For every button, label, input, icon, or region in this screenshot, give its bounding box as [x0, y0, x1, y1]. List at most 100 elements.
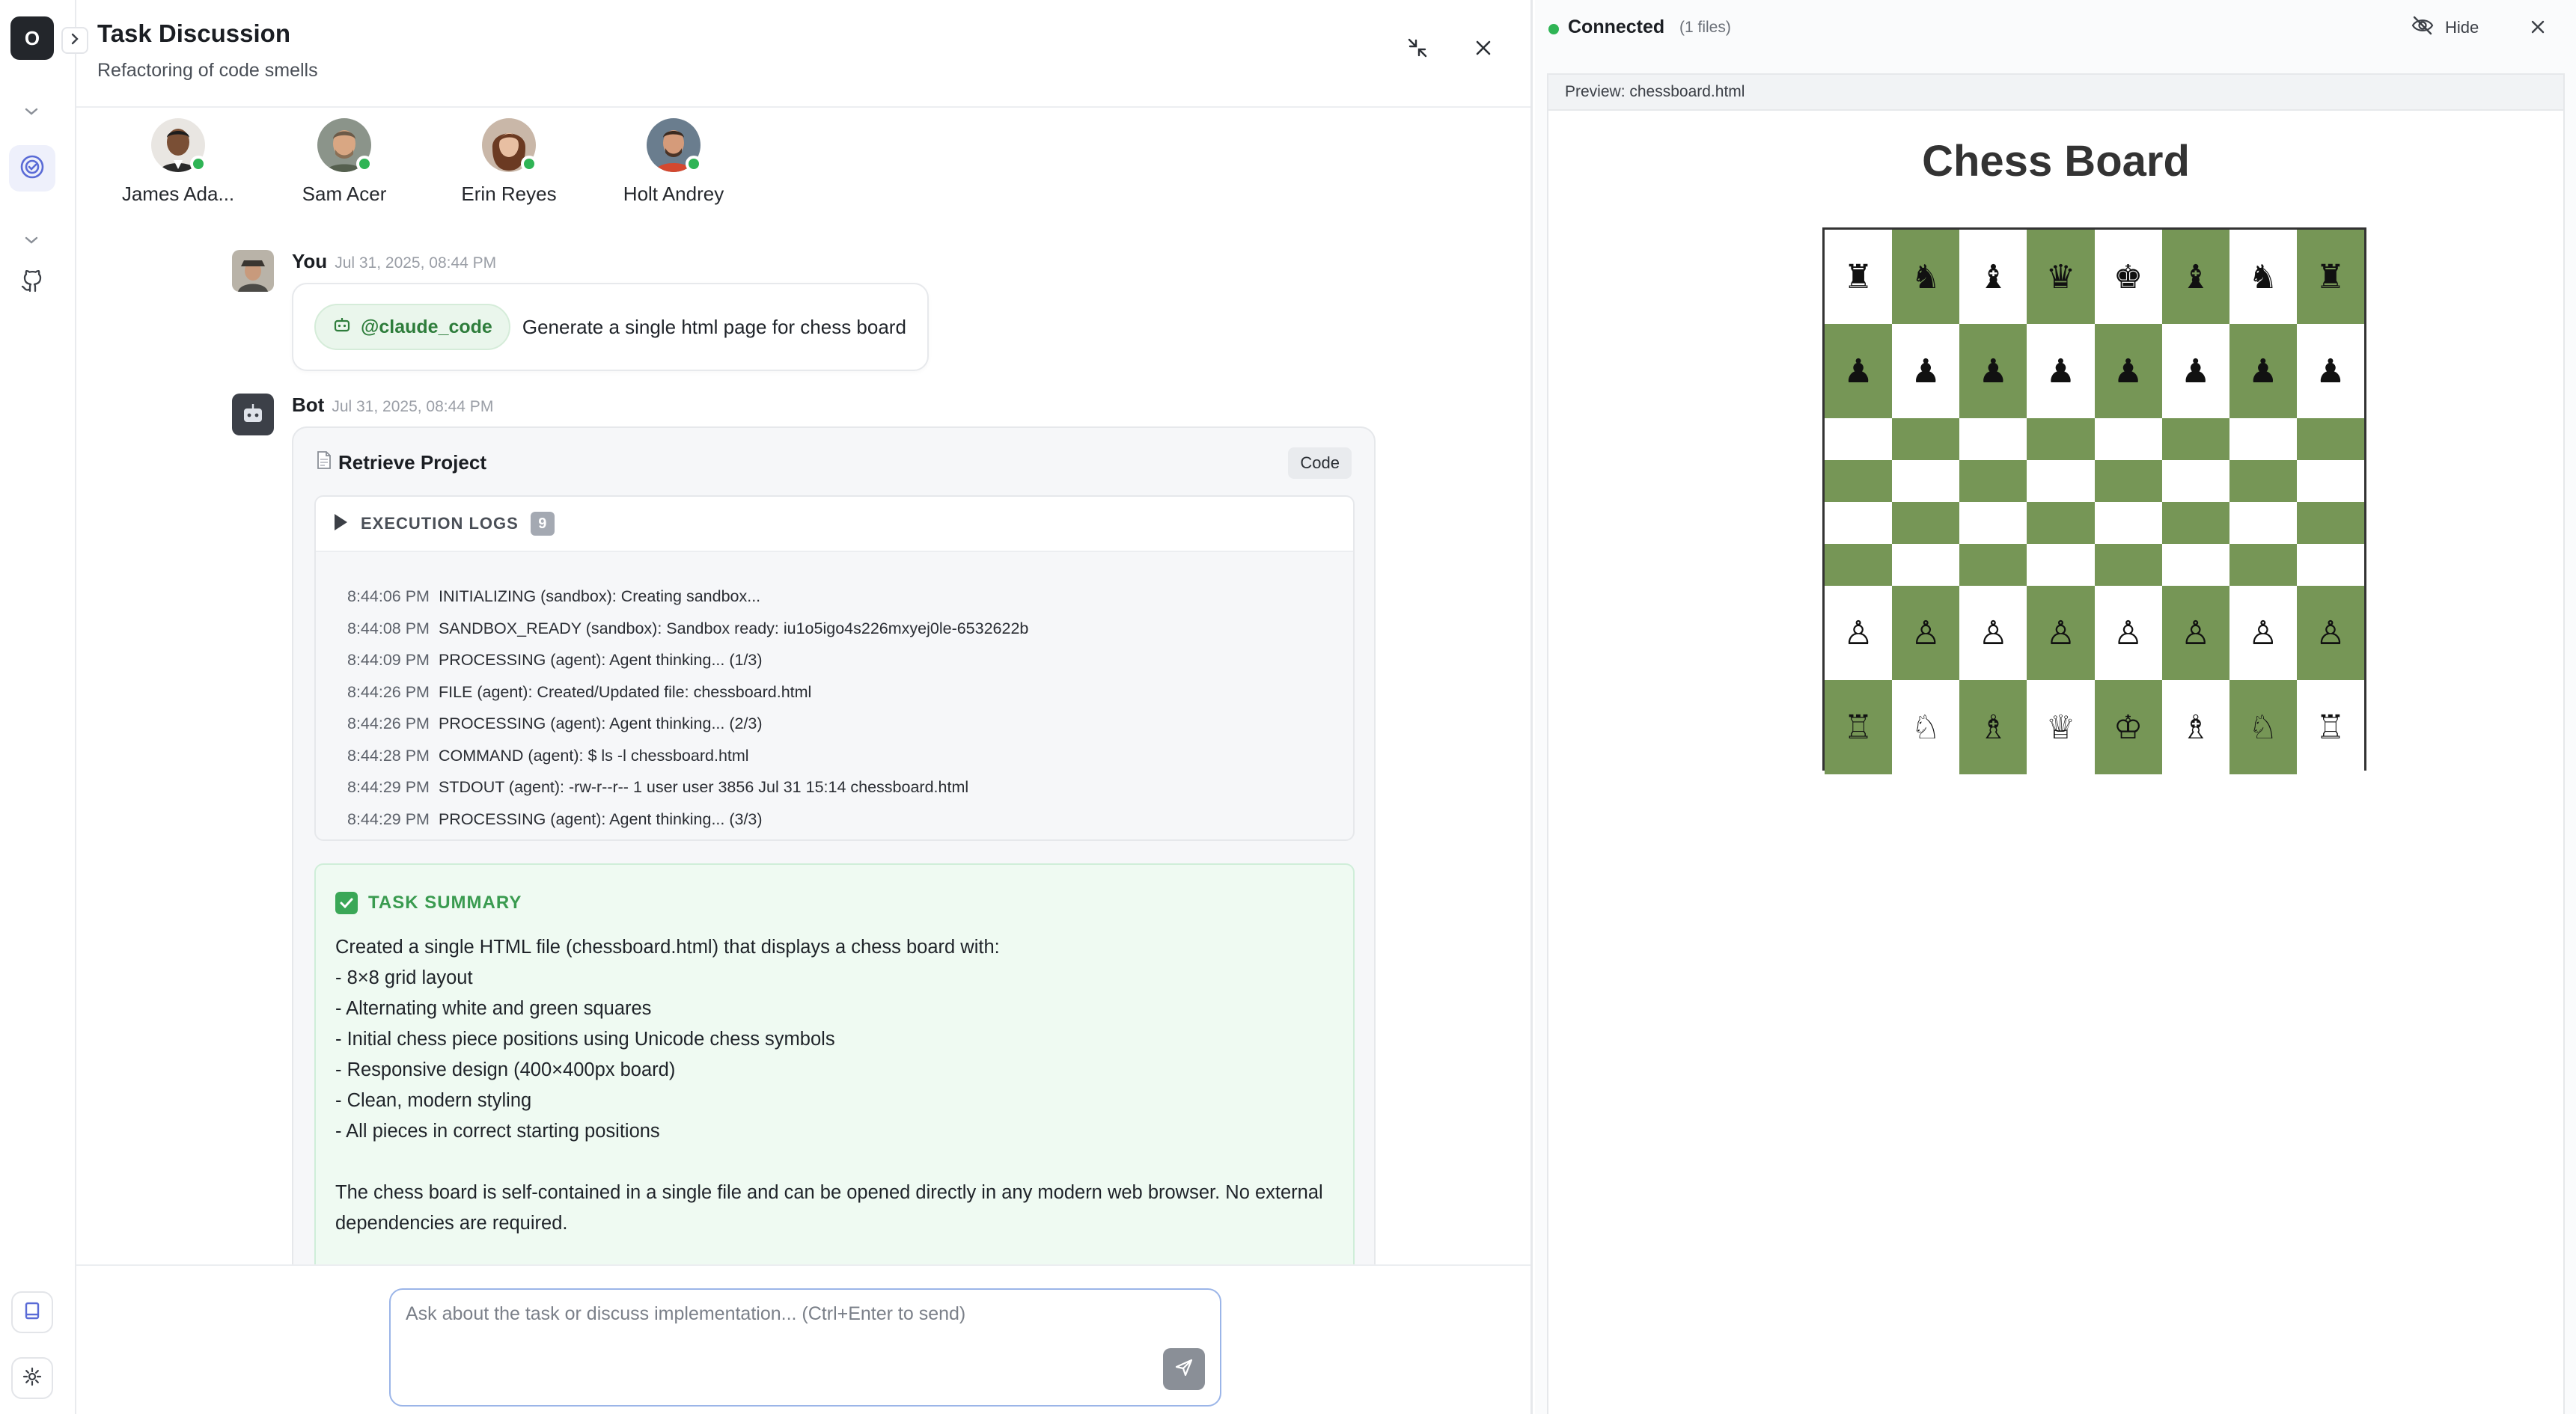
chess-square-with-piece: ♝ — [1959, 230, 2027, 324]
settings-button[interactable] — [11, 1357, 53, 1399]
online-status-dot — [521, 156, 537, 172]
summary-item: - All pieces in correct starting positio… — [335, 1121, 660, 1142]
view-code-button[interactable]: Code — [1288, 447, 1352, 479]
chess-square-with-piece: ♖ — [2296, 680, 2364, 774]
participant[interactable]: Holt Andrey — [599, 118, 748, 206]
summary-outro: The chess board is self-contained in a s… — [335, 1182, 1323, 1234]
chess-square — [2296, 460, 2364, 502]
card-title: Retrieve Project — [316, 450, 486, 475]
tasks-nav-button[interactable] — [9, 145, 55, 192]
preview-toolbar: Connected (1 files) Hide — [1535, 0, 2576, 60]
chess-square — [1959, 460, 2027, 502]
avatar — [647, 118, 702, 172]
task-summary-body: Created a single HTML file (chessboard.h… — [335, 932, 1338, 1239]
chess-square — [1892, 460, 1960, 502]
connection-status-dot — [1548, 24, 1559, 34]
icon-rail: O — [0, 0, 76, 1414]
message-author: You Jul 31, 2025, 08:44 PM — [292, 250, 497, 272]
chess-square-with-piece: ♟ — [2229, 324, 2297, 418]
log-entry: 8:44:09 PM PROCESSING (agent): Agent thin… — [347, 651, 763, 669]
logs-title: EXECUTION LOGS — [361, 514, 519, 533]
chess-square — [2094, 544, 2162, 586]
log-entry: 8:44:29 PM STDOUT (agent): -rw-r--r-- 1 u… — [347, 778, 969, 796]
bot-avatar — [232, 394, 274, 435]
send-button[interactable] — [1163, 1348, 1205, 1390]
chess-square-with-piece: ♙ — [2229, 586, 2297, 680]
message-composer — [389, 1288, 1221, 1407]
chess-square — [1825, 502, 1893, 544]
minimize-icon — [1406, 37, 1429, 63]
workspace-logo[interactable]: O — [10, 16, 54, 60]
chess-square-with-piece: ♟ — [1959, 324, 2027, 418]
chess-square — [2229, 544, 2297, 586]
summary-item: - Initial chess piece positions using Un… — [335, 1029, 835, 1050]
execution-logs: EXECUTION LOGS 9 8:44:06 PM INITIALIZING … — [314, 495, 1355, 841]
chess-square-with-piece: ♙ — [2094, 586, 2162, 680]
participant[interactable]: James Ada... — [103, 118, 253, 206]
participant-name: Sam Acer — [302, 183, 387, 205]
participant-name: Erin Reyes — [461, 183, 557, 205]
online-status-dot — [190, 156, 207, 172]
log-entry: 8:44:26 PM FILE (agent): Created/Updated … — [347, 682, 812, 701]
chess-square — [2027, 418, 2095, 460]
online-status-dot — [686, 156, 702, 172]
execution-logs-toggle[interactable]: EXECUTION LOGS 9 — [316, 497, 1353, 552]
chess-square-with-piece: ♟ — [2027, 324, 2095, 418]
chess-square-with-piece: ♟ — [2161, 324, 2229, 418]
message-text: Generate a single html page for chess bo… — [522, 315, 906, 338]
summary-intro: Created a single HTML file (chessboard.h… — [335, 937, 1000, 958]
chess-square-with-piece: ♟ — [2094, 324, 2162, 418]
page-subtitle: Refactoring of code smells — [97, 60, 318, 81]
message-input[interactable] — [406, 1303, 1154, 1386]
chess-square-with-piece: ♗ — [2161, 680, 2229, 774]
hide-preview-button[interactable]: Hide — [2411, 15, 2479, 40]
chess-square — [2229, 460, 2297, 502]
hide-label: Hide — [2445, 18, 2479, 37]
chess-square-with-piece: ♗ — [1959, 680, 2027, 774]
chess-square — [2027, 544, 2095, 586]
agent-mention-chip[interactable]: @claude_code — [314, 304, 510, 350]
chess-square — [2161, 544, 2229, 586]
chess-square-with-piece: ♟ — [1825, 324, 1893, 418]
summary-item: - Clean, modern styling — [335, 1090, 532, 1111]
summary-item: - Responsive design (400×400px board) — [335, 1059, 676, 1080]
log-entry: 8:44:08 PM SANDBOX_READY (sandbox): Sandb… — [347, 619, 1029, 637]
chat-header: Task Discussion Refactoring of code smel… — [76, 0, 1530, 108]
participant[interactable]: Erin Reyes — [434, 118, 584, 206]
chess-square-with-piece: ♙ — [2027, 586, 2095, 680]
task-summary-title: TASK SUMMARY — [368, 893, 522, 913]
docs-button[interactable] — [11, 1291, 53, 1333]
participants-bar: James Ada... Sam Acer Erin Reyes Holt An… — [76, 109, 750, 236]
files-count: (1 files) — [1679, 19, 1731, 36]
github-nav-button[interactable] — [9, 259, 55, 305]
chess-square-with-piece: ♘ — [1892, 680, 1960, 774]
expand-sidebar-button[interactable] — [61, 27, 88, 54]
book-icon — [22, 1300, 43, 1325]
online-status-dot — [356, 156, 373, 172]
close-icon — [2530, 19, 2546, 39]
participant[interactable]: Sam Acer — [269, 118, 419, 206]
chess-square-with-piece: ♚ — [2094, 230, 2162, 324]
chess-square — [1892, 418, 1960, 460]
close-panel-button[interactable] — [1467, 33, 1500, 66]
log-entry: 8:44:28 PM COMMAND (agent): $ ls -l chess… — [347, 746, 749, 765]
avatar — [317, 118, 373, 172]
chevron-down-icon[interactable] — [18, 229, 45, 251]
chevron-down-icon[interactable] — [18, 100, 45, 123]
chess-square-with-piece: ♙ — [2296, 586, 2364, 680]
message-timestamp: Jul 31, 2025, 08:44 PM — [335, 254, 497, 272]
chess-square — [1825, 544, 1893, 586]
preview-frame: Preview: chessboard.html Chess Board ♜ ♞ ♝… — [1547, 73, 2565, 1414]
chess-square — [2296, 544, 2364, 586]
chess-square-with-piece: ♕ — [2027, 680, 2095, 774]
bot-icon — [332, 316, 352, 339]
chess-square — [2229, 502, 2297, 544]
minimize-button[interactable] — [1401, 33, 1434, 66]
logs-list[interactable]: 8:44:06 PM INITIALIZING (sandbox): Creati… — [347, 581, 1335, 835]
document-icon — [316, 450, 332, 475]
chess-square — [2296, 418, 2364, 460]
logs-count-badge: 9 — [530, 512, 555, 536]
close-preview-button[interactable] — [2524, 15, 2551, 42]
chess-square — [1825, 418, 1893, 460]
preview-filename: Preview: chessboard.html — [1548, 75, 2563, 111]
